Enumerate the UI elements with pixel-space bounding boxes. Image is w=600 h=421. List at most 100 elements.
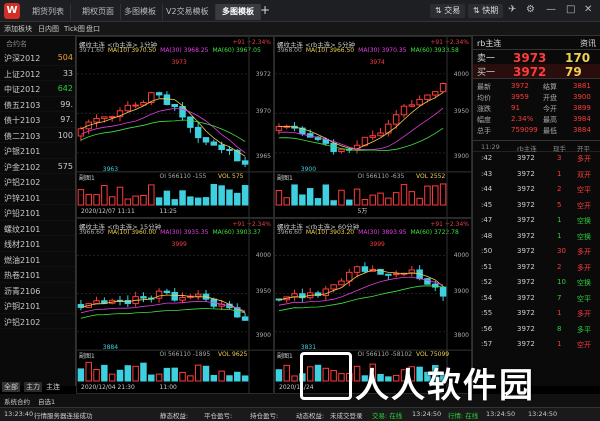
contract-name: 债十2103 bbox=[4, 116, 41, 125]
axis-label-high: 4000 bbox=[453, 70, 469, 78]
ask-volume: 170 bbox=[565, 51, 591, 65]
contract-name: 燃油2101 bbox=[4, 255, 41, 265]
tick-volume: 1 bbox=[557, 216, 562, 224]
volume-bar bbox=[93, 194, 100, 206]
contract-row[interactable]: 沪银2101 bbox=[0, 143, 75, 159]
bid-row[interactable]: 买一 3972 79 bbox=[473, 64, 600, 79]
sub-chart-label: 副图1 bbox=[79, 353, 95, 361]
volume-bar bbox=[116, 369, 124, 382]
contract-price: 575 bbox=[57, 161, 73, 171]
contract-row[interactable]: 沪铜2101 bbox=[0, 298, 75, 314]
orderbook-button[interactable]: 盘口 bbox=[86, 24, 100, 34]
candle-body bbox=[171, 291, 178, 301]
chart-panel[interactable]: 螺纹主连 <rb主连> 1分钟 +91 +2.34% 3971.60 MA(10) 3… bbox=[76, 36, 275, 219]
tick-button[interactable]: Tick图 bbox=[64, 24, 85, 34]
candle-body bbox=[194, 293, 202, 297]
contract-row[interactable]: 沪铅2101 bbox=[0, 205, 75, 221]
ask-label: 卖一 bbox=[477, 54, 496, 64]
contract-row[interactable]: 螺纹2101 bbox=[0, 221, 75, 236]
filter-all[interactable]: 全部 bbox=[2, 382, 20, 392]
contract-row[interactable]: 沪金2102 575 bbox=[0, 159, 75, 174]
candle-body bbox=[330, 284, 337, 290]
tab-v2-trade[interactable]: V2交易模板 bbox=[160, 4, 216, 20]
tick-time: :56 bbox=[481, 324, 493, 333]
tab-multi-chart-active[interactable]: 多图模板 bbox=[216, 4, 261, 20]
volume-bar bbox=[275, 190, 283, 206]
contract-name: 沪金2102 bbox=[4, 162, 41, 172]
oi-label: OI 566110 -635 bbox=[357, 172, 405, 180]
tick-type: 空开 bbox=[577, 341, 591, 349]
pin-icon[interactable]: ✈ bbox=[508, 4, 516, 15]
contract-row[interactable]: 沪锌2101 bbox=[0, 190, 75, 205]
minimize-icon[interactable]: — bbox=[546, 4, 556, 15]
intraday-button[interactable]: 日内图 bbox=[38, 24, 59, 34]
contract-row[interactable]: 线材2101 bbox=[0, 236, 75, 252]
volume-bar bbox=[283, 364, 290, 382]
contract-row[interactable]: 中证2012 642 bbox=[0, 81, 75, 97]
contract-row[interactable]: 上证2012 33 bbox=[0, 66, 75, 81]
info-link[interactable]: 资讯 bbox=[580, 38, 596, 49]
maximize-icon[interactable]: □ bbox=[566, 4, 575, 15]
chart-panel[interactable]: 螺纹主连 <rb主连> 15分钟 +91 +2.34% 3966.60 MA(10) … bbox=[76, 218, 275, 395]
flash-button[interactable]: ⇅ 快期 bbox=[468, 4, 504, 18]
close-pnl: 平仓盈亏: bbox=[204, 412, 233, 420]
tick-row: :57 3972 1 空开 bbox=[473, 338, 600, 354]
close-icon[interactable]: ✕ bbox=[584, 4, 592, 15]
add-tab-button[interactable]: + bbox=[260, 3, 270, 17]
volume-bar bbox=[163, 367, 171, 382]
volume-bar bbox=[202, 197, 210, 206]
add-block-button[interactable]: 添加板块 bbox=[4, 24, 32, 34]
candle-body bbox=[424, 94, 431, 100]
volume-bar bbox=[85, 193, 92, 206]
filter-main[interactable]: 主力 bbox=[24, 382, 42, 392]
filter-continuous[interactable]: 主连 bbox=[44, 382, 62, 392]
volume-bar bbox=[210, 374, 218, 382]
high-marker: 3974 bbox=[369, 59, 385, 66]
tick-price: 3972 bbox=[517, 278, 535, 286]
candle-body bbox=[218, 144, 225, 151]
ask-row[interactable]: 卖一 3973 170 bbox=[473, 50, 600, 65]
stat-label: 总手 bbox=[477, 127, 491, 135]
volume-bar bbox=[148, 374, 155, 382]
stat-label-2: 最高 bbox=[543, 116, 557, 124]
volume-bar bbox=[226, 375, 233, 382]
vol-label: VOL 9625 bbox=[218, 351, 248, 359]
axis-label-mid: 3950 bbox=[255, 288, 271, 296]
volume-bar bbox=[202, 365, 210, 382]
contract-row[interactable]: 沪铝2102 bbox=[0, 174, 75, 190]
trade-button[interactable]: ⇅ 交易 bbox=[430, 4, 466, 18]
contract-row[interactable]: 债五2103 99. bbox=[0, 97, 75, 112]
axis-label-high: 4000 bbox=[255, 252, 271, 260]
system-contracts-tab[interactable]: 系统合约 bbox=[4, 396, 30, 406]
tick-volume: 2 bbox=[557, 185, 562, 193]
chart-panel[interactable]: 螺纹主连 <rb主连> 5分钟 +91 +2.34% 3968.00 MA(10) 3… bbox=[274, 36, 473, 219]
volume-bar bbox=[140, 194, 147, 206]
axis-label-mid: 3970 bbox=[255, 107, 271, 115]
contract-row[interactable]: 沪深2012 504 bbox=[0, 50, 75, 66]
contract-row[interactable]: 债二2103 100 bbox=[0, 128, 75, 143]
settings-icon[interactable]: ⚙ bbox=[526, 4, 535, 15]
quote-status: 行情: 在线 bbox=[448, 412, 479, 420]
status-time-3: 13:24:50 bbox=[528, 410, 558, 418]
volume-bar bbox=[416, 197, 423, 206]
contract-row[interactable]: 燃油2101 bbox=[0, 252, 75, 267]
tick-price: 3972 bbox=[517, 262, 535, 271]
contract-row[interactable]: 沥青2106 bbox=[0, 283, 75, 298]
tab-multi-chart[interactable]: 多图模板 bbox=[118, 4, 163, 20]
contract-row[interactable]: 沪铝2102 bbox=[0, 314, 75, 329]
sub-chart-label: 副图1 bbox=[277, 353, 293, 361]
watchlist-tab[interactable]: 自选1 bbox=[38, 396, 55, 406]
tick-price: 3972 bbox=[517, 293, 535, 302]
stat-value-2: 3899 bbox=[573, 104, 591, 112]
tick-type: 空平 bbox=[577, 294, 591, 303]
volume-bar bbox=[330, 200, 337, 206]
tick-price: 3972 bbox=[517, 324, 535, 333]
contract-row[interactable]: 债十2103 97. bbox=[0, 112, 75, 128]
volume-bar bbox=[234, 192, 241, 206]
contract-row[interactable]: 热卷2101 bbox=[0, 267, 75, 283]
tab-options[interactable]: 期权页面 bbox=[76, 4, 121, 20]
login-button[interactable]: 未成交登录 bbox=[330, 410, 363, 420]
volume-bar bbox=[187, 196, 194, 206]
watermark-logo bbox=[300, 352, 352, 400]
tab-futures-list[interactable]: 期货列表 bbox=[26, 4, 71, 20]
